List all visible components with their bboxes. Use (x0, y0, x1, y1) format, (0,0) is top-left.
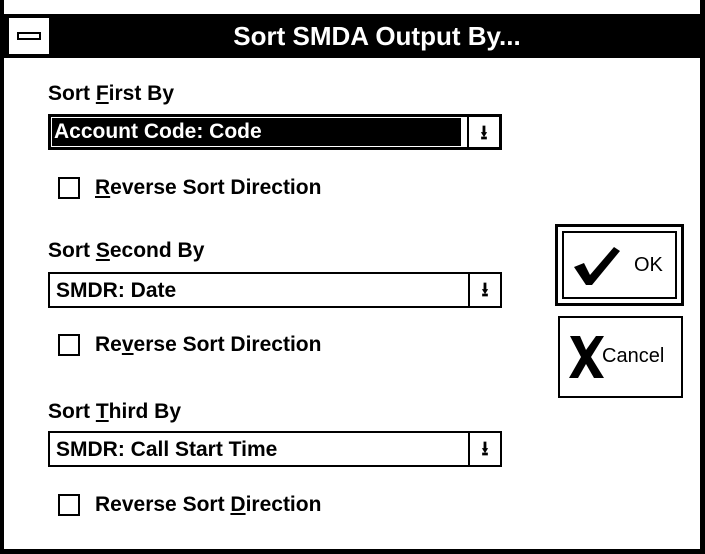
sort-third-label: Sort Third By (48, 399, 181, 425)
sort-third-label-post: hird By (108, 400, 182, 423)
sort-first-label: Sort First By (48, 81, 174, 107)
dialog-title: Sort SMDA Output By... (233, 21, 521, 51)
reverse-first-checkbox[interactable] (58, 177, 80, 199)
x-icon (569, 336, 604, 378)
sort-first-value: Account Code: Code (52, 118, 461, 146)
reverse-second-label-pre: Re (95, 333, 122, 356)
reverse-third-checkbox[interactable] (58, 494, 80, 516)
sort-third-label-pre: Sort (48, 400, 96, 423)
system-menu-bar (17, 32, 41, 40)
sort-second-label: Sort Second By (48, 238, 204, 264)
reverse-third-label-pre: Reverse Sort (95, 493, 231, 516)
down-arrow-icon[interactable]: ⭳ (468, 433, 500, 465)
title-bar[interactable]: Sort SMDA Output By... (4, 14, 700, 58)
down-arrow-icon[interactable]: ⭳ (468, 274, 500, 306)
down-arrow-icon[interactable]: ⭳ (467, 117, 499, 147)
sort-dialog: Sort SMDA Output By... Sort First By Acc… (0, 0, 705, 554)
sort-third-value: SMDR: Call Start Time (56, 438, 278, 461)
sort-second-combo[interactable]: SMDR: Date ⭳ (48, 272, 502, 308)
reverse-third-label-accel: D (230, 493, 246, 516)
sort-second-label-accel: S (95, 239, 110, 262)
system-menu-icon[interactable] (9, 18, 49, 54)
reverse-second-label-post: erse Sort Direction (133, 333, 322, 356)
reverse-first-label: Reverse Sort Direction (95, 175, 321, 201)
reverse-second-label-accel: v (121, 333, 134, 356)
sort-first-label-pre: Sort (48, 82, 96, 105)
sort-second-label-post: econd By (109, 239, 205, 262)
cancel-label: Cancel (602, 345, 665, 367)
sort-first-label-accel: F (95, 82, 109, 105)
sort-second-label-pre: Sort (48, 239, 96, 262)
sort-third-label-accel: T (95, 400, 109, 423)
reverse-third-label: Reverse Sort Direction (95, 492, 321, 518)
reverse-second-label: Reverse Sort Direction (95, 332, 321, 358)
reverse-third-label-post: irection (245, 493, 322, 516)
reverse-first-label-post: everse Sort Direction (110, 176, 322, 199)
sort-first-label-post: irst By (108, 82, 175, 105)
ok-label: OK (634, 254, 663, 276)
reverse-second-checkbox[interactable] (58, 334, 80, 356)
reverse-first-label-accel: R (95, 176, 111, 199)
sort-third-combo[interactable]: SMDR: Call Start Time ⭳ (48, 431, 502, 467)
sort-first-combo[interactable]: Account Code: Code ⭳ (48, 114, 502, 150)
cancel-button[interactable]: Cancel (558, 316, 683, 398)
ok-button[interactable]: OK (555, 224, 684, 306)
checkmark-icon (574, 247, 620, 285)
sort-second-value: SMDR: Date (56, 279, 177, 302)
